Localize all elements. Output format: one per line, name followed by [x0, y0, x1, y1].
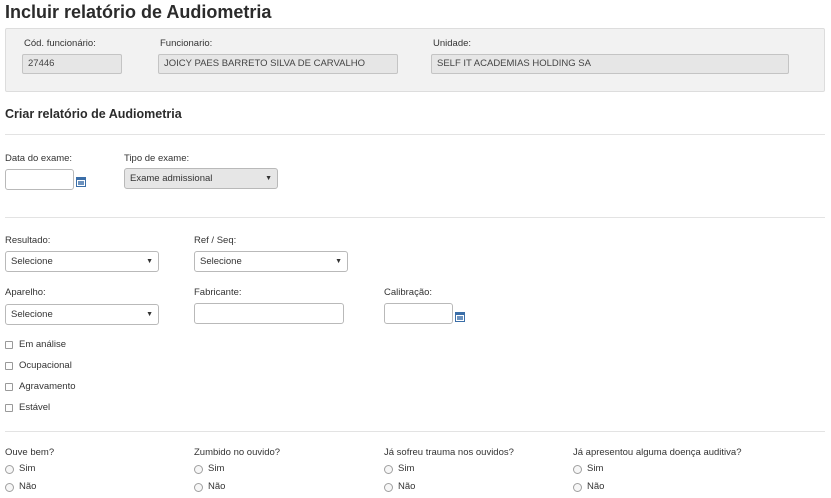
- calibracao-input[interactable]: [384, 303, 453, 324]
- employee-name-label: Funcionario:: [160, 38, 213, 49]
- question-label: Já apresentou alguma doença auditiva?: [573, 447, 742, 458]
- refseq-select[interactable]: Selecione ▼: [194, 251, 348, 272]
- divider: [5, 134, 825, 135]
- checkbox-estavel[interactable]: [5, 404, 13, 412]
- chevron-down-icon: ▼: [146, 258, 153, 265]
- resultado-value: Selecione: [11, 256, 53, 267]
- radio-label: Não: [208, 481, 226, 492]
- radio-label: Sim: [398, 463, 415, 474]
- radio-yes[interactable]: [573, 465, 582, 474]
- radio-label: Sim: [208, 463, 225, 474]
- exam-type-label: Tipo de exame:: [124, 153, 190, 164]
- question-label: Já sofreu trauma nos ouvidos?: [384, 447, 514, 458]
- chevron-down-icon: ▼: [265, 175, 272, 182]
- checkbox-em-analise[interactable]: [5, 341, 13, 349]
- checkbox-label: Estável: [19, 402, 51, 413]
- chevron-down-icon: ▼: [146, 311, 153, 318]
- employee-code-field: 27446: [22, 54, 122, 74]
- calendar-icon[interactable]: [455, 312, 465, 322]
- radio-yes[interactable]: [194, 465, 203, 474]
- employee-unit-field: SELF IT ACADEMIAS HOLDING SA: [431, 54, 789, 74]
- exam-date-input[interactable]: [5, 169, 74, 190]
- chevron-down-icon: ▼: [335, 258, 342, 265]
- question-label: Zumbido no ouvido?: [194, 447, 281, 458]
- employee-unit-label: Unidade:: [433, 38, 472, 49]
- fabricante-label: Fabricante:: [194, 287, 242, 298]
- section-title: Criar relatório de Audiometria: [5, 107, 182, 121]
- employee-code-label: Cód. funcionário:: [24, 38, 96, 49]
- checkbox-label: Em análise: [19, 339, 66, 350]
- question-label: Ouve bem?: [5, 447, 55, 458]
- radio-no[interactable]: [573, 483, 582, 492]
- aparelho-value: Selecione: [11, 309, 53, 320]
- resultado-select[interactable]: Selecione ▼: [5, 251, 159, 272]
- calendar-icon[interactable]: [76, 177, 86, 187]
- resultado-label: Resultado:: [5, 235, 51, 246]
- radio-no[interactable]: [384, 483, 393, 492]
- radio-label: Não: [587, 481, 605, 492]
- divider: [5, 217, 825, 218]
- radio-label: Não: [398, 481, 416, 492]
- exam-date-label: Data do exame:: [5, 153, 73, 164]
- divider: [5, 431, 825, 432]
- refseq-label: Ref / Seq:: [194, 235, 237, 246]
- calibracao-label: Calibração:: [384, 287, 433, 298]
- checkbox-label: Agravamento: [19, 381, 76, 392]
- radio-yes[interactable]: [5, 465, 14, 474]
- radio-label: Sim: [587, 463, 604, 474]
- aparelho-label: Aparelho:: [5, 287, 46, 298]
- radio-no[interactable]: [5, 483, 14, 492]
- radio-label: Sim: [19, 463, 36, 474]
- employee-name-field: JOICY PAES BARRETO SILVA DE CARVALHO: [158, 54, 398, 74]
- aparelho-select[interactable]: Selecione ▼: [5, 304, 159, 325]
- exam-type-value: Exame admissional: [130, 173, 213, 184]
- radio-yes[interactable]: [384, 465, 393, 474]
- checkbox-label: Ocupacional: [19, 360, 72, 371]
- radio-no[interactable]: [194, 483, 203, 492]
- fabricante-input[interactable]: [194, 303, 344, 324]
- radio-label: Não: [19, 481, 37, 492]
- exam-type-select[interactable]: Exame admissional ▼: [124, 168, 278, 189]
- refseq-value: Selecione: [200, 256, 242, 267]
- checkbox-ocupacional[interactable]: [5, 362, 13, 370]
- checkbox-agravamento[interactable]: [5, 383, 13, 391]
- page-title: Incluir relatório de Audiometria: [5, 2, 272, 22]
